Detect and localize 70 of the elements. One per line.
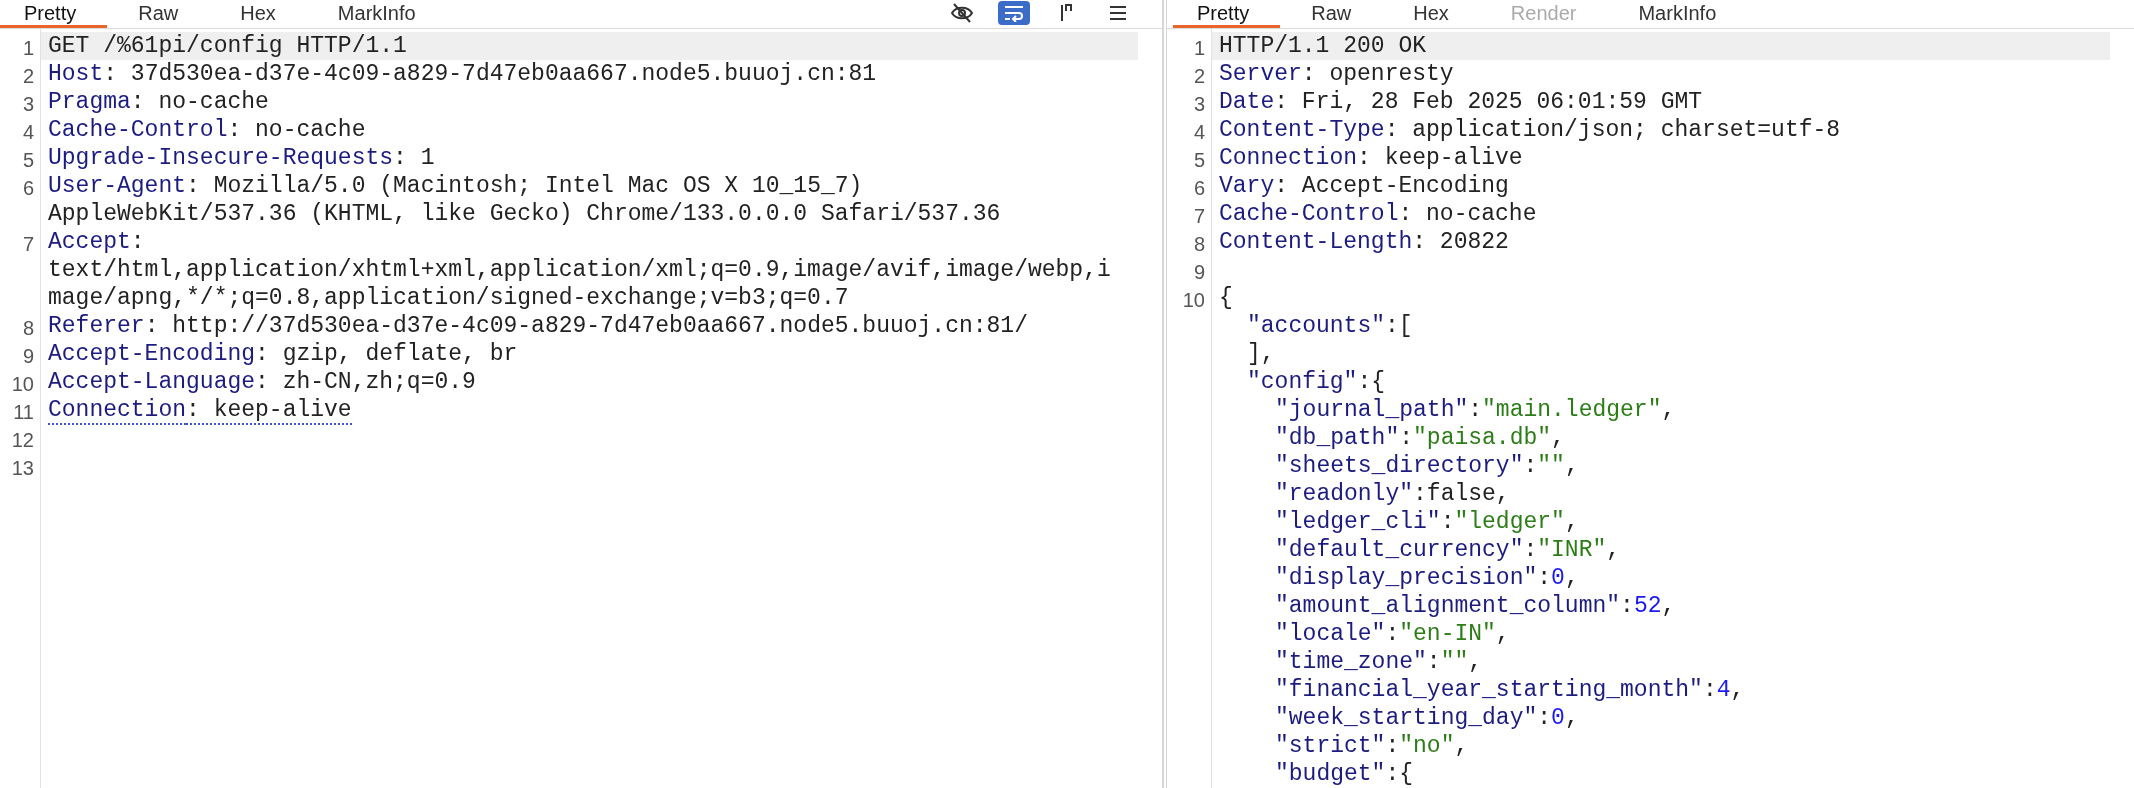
code-line: "readonly":false,: [1274, 480, 1511, 508]
wrap-lines-icon: [1003, 4, 1025, 22]
view-tab[interactable]: Hex: [1382, 0, 1480, 28]
line-number: 9: [1192, 260, 1206, 284]
code-line: "config":{: [1246, 368, 1387, 396]
line-number: 13: [10, 456, 35, 480]
code-line: "ledger_cli":"ledger",: [1274, 508, 1580, 536]
code-line: Upgrade-Insecure-Requests: 1: [47, 144, 436, 172]
line-number: 6: [21, 176, 35, 200]
line-number: 4: [21, 120, 35, 144]
view-tab[interactable]: Raw: [1280, 0, 1383, 28]
line-number: 1: [21, 36, 35, 60]
line-number: 11: [12, 400, 35, 424]
code-line: User-Agent: Mozilla/5.0 (Macintosh; Intel Mac OS X 10_15_7) AppleWebKit/537.36 (KHTML, like Gecko) Chrome/133.0.0.0 Safari/537.36: [47, 172, 1002, 228]
view-tab[interactable]: Pretty: [1173, 0, 1281, 28]
code-line: ],: [1246, 340, 1276, 368]
code-line: Connection: keep-alive: [1218, 144, 1524, 172]
view-tab[interactable]: MarkInfo: [1607, 0, 1748, 28]
code-line: Referer: http://37d530ea-d37e-4c09-a829-7d47eb0aa667.node5.buuoj.cn:81/: [47, 312, 1029, 340]
line-number: 12: [10, 428, 35, 452]
line-number: 8: [21, 316, 35, 340]
code-line: Server: openresty: [1218, 60, 1455, 88]
line-number: 7: [1192, 204, 1206, 228]
code-line: Vary: Accept-Encoding: [1218, 172, 1510, 200]
code-line: "display_precision":0,: [1274, 564, 1580, 592]
code-line: "accounts":[: [1246, 312, 1414, 340]
code-line: "time_zone":"",: [1274, 648, 1484, 676]
eye-slash-icon: [950, 2, 974, 24]
line-number: 2: [21, 64, 35, 88]
code-line: "sheets_directory":"",: [1274, 452, 1580, 480]
code-line: "amount_alignment_column":52,: [1274, 592, 1677, 620]
view-tab[interactable]: MarkInfo: [306, 0, 447, 28]
line-number: 7: [21, 232, 35, 256]
line-number: 10: [10, 372, 35, 396]
line-number: 3: [1192, 92, 1206, 116]
code-line: Accept-Language: zh-CN,zh;q=0.9: [47, 368, 477, 396]
code-line: Host: 37d530ea-d37e-4c09-a829-7d47eb0aa667.node5.buuoj.cn:81: [47, 60, 878, 88]
code-line: "financial_year_starting_month":4,: [1274, 676, 1746, 704]
code-line: {: [1218, 284, 1234, 312]
code-line: "week_starting_day":0,: [1274, 704, 1580, 732]
code-line: "budget":{: [1274, 760, 1415, 788]
code-line: Cache-Control: no-cache: [47, 116, 367, 144]
newline-icon: [1059, 3, 1073, 23]
code-line: Accept: text/html,application/xhtml+xml,application/xml;q=0.9,image/avif,image/webp,image/apng,*/*;q=0.8,application/signed-exchange;v=b3;q=0.7: [47, 228, 1112, 312]
code-line: "default_currency":"INR",: [1274, 536, 1622, 564]
line-number: 1: [1192, 36, 1206, 60]
code-line: "journal_path":"main.ledger",: [1274, 396, 1677, 424]
code-line: "locale":"en-IN",: [1274, 620, 1511, 648]
line-number: 8: [1192, 232, 1206, 256]
line-number: 9: [21, 344, 35, 368]
code-line: Cache-Control: no-cache: [1218, 200, 1538, 228]
line-number: 5: [21, 148, 35, 172]
line-number: 2: [1192, 64, 1206, 88]
code-line: "strict":"no",: [1274, 732, 1470, 760]
code-line: Connection: keep-alive: [47, 396, 353, 424]
code-line: Pragma: no-cache: [47, 88, 270, 116]
line-number: 5: [1192, 148, 1206, 172]
code-line: Content-Type: application/json; charset=utf-8: [1218, 116, 1842, 144]
view-tab[interactable]: Pretty: [0, 0, 108, 28]
menu-icon: [1108, 5, 1128, 21]
code-line: Content-Length: 20822: [1218, 228, 1510, 256]
code-line: "db_path":"paisa.db",: [1274, 424, 1566, 452]
code-line: Accept-Encoding: gzip, deflate, br: [47, 340, 519, 368]
code-line: Date: Fri, 28 Feb 2025 06:01:59 GMT: [1218, 88, 1704, 116]
line-number: 3: [21, 92, 35, 116]
line-number: 4: [1192, 120, 1206, 144]
view-tab[interactable]: Raw: [107, 0, 210, 28]
view-tab[interactable]: Hex: [209, 0, 307, 28]
line-number: 10: [1181, 288, 1206, 312]
line-number: 6: [1192, 176, 1206, 200]
